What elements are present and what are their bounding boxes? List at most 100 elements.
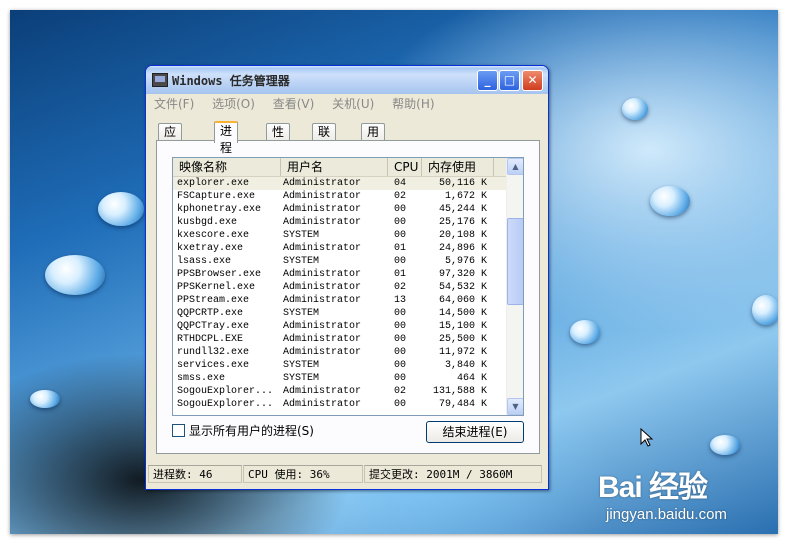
process-row[interactable]: smss.exe SYSTEM 00 464 K <box>173 372 507 385</box>
process-row[interactable]: FSCapture.exe Administrator 02 1,672 K <box>173 190 507 203</box>
process-cpu: 00 <box>394 230 407 241</box>
scroll-thumb[interactable] <box>507 218 523 305</box>
process-row[interactable]: kxescore.exe SYSTEM 00 20,108 K <box>173 229 507 242</box>
process-cpu: 00 <box>394 347 407 358</box>
process-row[interactable]: kxetray.exe Administrator 01 24,896 K <box>173 242 507 255</box>
column-cpu[interactable]: CPU <box>388 158 422 176</box>
show-all-users-option[interactable]: 显示所有用户的进程(S) <box>172 422 314 439</box>
title-bar[interactable]: Windows 任务管理器 _ □ ✕ <box>146 66 548 94</box>
status-commit-charge: 提交更改: 2001M / 3860M <box>364 465 542 483</box>
process-cpu: 02 <box>394 282 407 293</box>
process-row[interactable]: explorer.exe Administrator 04 50,116 K <box>173 177 507 190</box>
tab-users[interactable]: 用户 <box>361 123 386 156</box>
task-manager-icon <box>152 73 168 87</box>
maximize-button[interactable]: □ <box>499 70 520 91</box>
process-row[interactable]: lsass.exe SYSTEM 00 5,976 K <box>173 255 507 268</box>
process-row[interactable]: PPSBrowser.exe Administrator 01 97,320 K <box>173 268 507 281</box>
process-image-name: PPStream.exe <box>177 295 250 306</box>
tab-performance[interactable]: 性能 <box>266 123 291 156</box>
water-drop <box>752 295 778 325</box>
column-memory[interactable]: 内存使用 <box>422 158 494 176</box>
scroll-down-arrow-icon[interactable]: ▼ <box>507 398 523 415</box>
process-user-name: Administrator <box>283 321 362 332</box>
show-all-users-checkbox[interactable] <box>172 424 185 437</box>
process-row[interactable]: kphonetray.exe Administrator 00 45,244 K <box>173 203 507 216</box>
process-user-name: Administrator <box>283 347 362 358</box>
water-drop <box>710 435 740 455</box>
status-cpu-usage: CPU 使用: 36% <box>243 465 363 483</box>
process-cpu: 00 <box>394 399 407 410</box>
water-drop <box>98 192 144 226</box>
end-process-button[interactable]: 结束进程(E) <box>426 421 524 443</box>
process-image-name: kxescore.exe <box>177 230 250 241</box>
process-row[interactable]: SogouExplorer... Administrator 02 131,588 K <box>173 385 507 398</box>
process-memory: 1,672 K <box>444 191 487 202</box>
process-cpu: 00 <box>394 308 407 319</box>
process-cpu: 01 <box>394 243 407 254</box>
process-user-name: Administrator <box>283 243 362 254</box>
process-row[interactable]: QQPCRTP.exe SYSTEM 00 14,500 K <box>173 307 507 320</box>
tab-applications[interactable]: 应用程序 <box>158 123 183 190</box>
process-row[interactable]: SogouExplorer... Administrator 00 79,484 K <box>173 398 507 411</box>
process-memory: 15,100 K <box>438 321 487 332</box>
menu-help[interactable]: 帮助(H) <box>392 94 434 114</box>
process-image-name: lsass.exe <box>177 256 232 267</box>
menu-bar: 文件(F) 选项(O) 查看(V) 关机(U) 帮助(H) <box>146 94 548 114</box>
process-image-name: kxetray.exe <box>177 243 244 254</box>
show-all-users-label: 显示所有用户的进程(S) <box>189 424 314 438</box>
process-cpu: 00 <box>394 321 407 332</box>
tab-networking[interactable]: 联网 <box>312 123 337 156</box>
process-user-name: Administrator <box>283 399 362 410</box>
process-user-name: SYSTEM <box>283 308 320 319</box>
process-row[interactable]: QQPCTray.exe Administrator 00 15,100 K <box>173 320 507 333</box>
column-image-name[interactable]: 映像名称 <box>173 158 281 176</box>
processes-panel: 映像名称 用户名 CPU 内存使用 explorer.exe Administra… <box>156 140 540 454</box>
scroll-up-arrow-icon[interactable]: ▲ <box>507 158 523 175</box>
process-memory: 5,976 K <box>444 256 487 267</box>
process-rows: explorer.exe Administrator 04 50,116 K FSCap… <box>173 177 507 411</box>
process-row[interactable]: RTHDCPL.EXE Administrator 00 25,500 K <box>173 333 507 346</box>
close-button[interactable]: ✕ <box>522 70 543 91</box>
water-drop <box>650 186 690 216</box>
process-memory: 3,840 K <box>444 360 487 371</box>
process-image-name: PPSKernel.exe <box>177 282 256 293</box>
process-memory: 131,588 K <box>432 386 487 397</box>
vertical-scrollbar[interactable]: ▲ ▼ <box>506 158 523 415</box>
process-memory: 14,500 K <box>438 308 487 319</box>
process-row[interactable]: kusbgd.exe Administrator 00 25,176 K <box>173 216 507 229</box>
task-manager-window: Windows 任务管理器 _ □ ✕ 文件(F) 选项(O) 查看(V) 关机… <box>145 65 549 490</box>
menu-view[interactable]: 查看(V) <box>273 94 315 114</box>
tab-processes[interactable]: 进程 <box>214 121 239 155</box>
process-cpu: 00 <box>394 204 407 215</box>
process-row[interactable]: PPSKernel.exe Administrator 02 54,532 K <box>173 281 507 294</box>
process-row[interactable]: PPStream.exe Administrator 13 64,060 K <box>173 294 507 307</box>
menu-options[interactable]: 选项(O) <box>212 94 255 114</box>
minimize-button[interactable]: _ <box>477 70 498 91</box>
process-image-name: QQPCTray.exe <box>177 321 250 332</box>
menu-file[interactable]: 文件(F) <box>154 94 194 114</box>
process-row[interactable]: services.exe SYSTEM 00 3,840 K <box>173 359 507 372</box>
process-cpu: 13 <box>394 295 407 306</box>
process-memory: 24,896 K <box>438 243 487 254</box>
process-image-name: SogouExplorer... <box>177 386 274 397</box>
process-cpu: 00 <box>394 373 407 384</box>
process-user-name: Administrator <box>283 269 362 280</box>
process-row[interactable]: rundll32.exe Administrator 00 11,972 K <box>173 346 507 359</box>
process-user-name: SYSTEM <box>283 373 320 384</box>
watermark-url: jingyan.baidu.com <box>606 506 727 523</box>
process-memory: 11,972 K <box>438 347 487 358</box>
process-cpu: 04 <box>394 178 407 189</box>
process-user-name: SYSTEM <box>283 230 320 241</box>
menu-shutdown[interactable]: 关机(U) <box>332 94 374 114</box>
process-user-name: SYSTEM <box>283 256 320 267</box>
process-image-name: QQPCRTP.exe <box>177 308 244 319</box>
process-cpu: 00 <box>394 334 407 345</box>
process-user-name: Administrator <box>283 178 362 189</box>
process-list[interactable]: 映像名称 用户名 CPU 内存使用 explorer.exe Administra… <box>172 157 524 416</box>
window-title: Windows 任务管理器 <box>172 74 290 88</box>
process-memory: 79,484 K <box>438 399 487 410</box>
process-cpu: 00 <box>394 256 407 267</box>
process-user-name: Administrator <box>283 204 362 215</box>
column-user-name[interactable]: 用户名 <box>281 158 388 176</box>
process-cpu: 02 <box>394 191 407 202</box>
